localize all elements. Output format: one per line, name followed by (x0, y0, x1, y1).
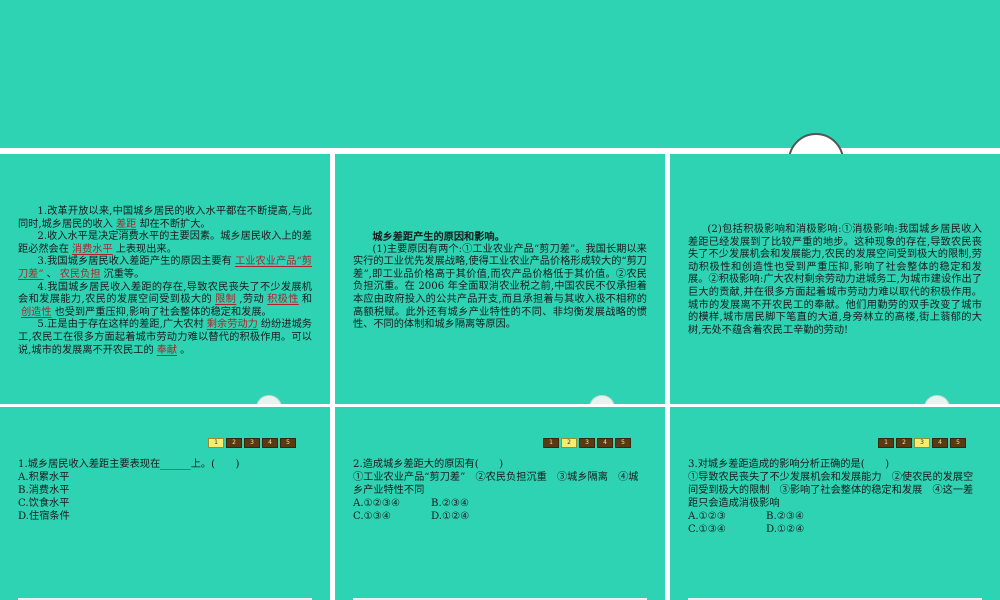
question-items: ①工业农业产品“剪刀差” ②农民负担沉重 ③城乡隔离 ④城乡产业特性不同 (353, 472, 639, 496)
top-slide-strip (0, 0, 1000, 148)
page-dot-4[interactable]: 4 (262, 438, 278, 448)
option-c[interactable]: C.①③④ (688, 523, 766, 536)
page-indicator: 1 2 3 4 5 (543, 438, 631, 448)
page-dot-3[interactable]: 3 (244, 438, 260, 448)
answer-blank: 积极性 (267, 294, 299, 306)
question-items: ①导致农民丧失了不少发展机会和发展能力 ②使农民的发展空间受到极大的限制 ③影响… (688, 472, 974, 509)
slide-body: 城乡差距产生的原因和影响。 (1)主要原因有两个:①工业农业产品“剪刀差”。我国… (353, 231, 647, 332)
page-dot-1[interactable]: 1 (878, 438, 894, 448)
page-dot-2[interactable]: 2 (226, 438, 242, 448)
ball-decoration (256, 395, 282, 404)
question-stem: 1.城乡居民收入差距主要表现在______上。( ) (18, 459, 240, 470)
question-stem: 3.对城乡差距造成的影响分析正确的是( ) (688, 459, 890, 470)
slide-question-2[interactable]: 1 2 3 4 5 2.造成城乡差距大的原因有( ) ①工业农业产品“剪刀差” … (335, 407, 665, 600)
blank-item-4: 4.我国城乡居民收入差距的存在,导致农民丧失了不少发展机会和发展能力,农民的发展… (18, 281, 312, 318)
causes-paragraph: (1)主要原因有两个:①工业农业产品“剪刀差”。我国长期以来实行的工业优先发展战… (353, 243, 647, 331)
page-dot-1[interactable]: 1 (543, 438, 559, 448)
page-dot-4[interactable]: 4 (932, 438, 948, 448)
page-dot-5[interactable]: 5 (615, 438, 631, 448)
answer-blank: 创造性 (21, 306, 52, 318)
option-b[interactable]: B.消费水平 (18, 484, 312, 497)
option-b[interactable]: B.②③④ (766, 510, 804, 523)
option-d[interactable]: D.住宿条件 (18, 510, 312, 523)
page-dot-5[interactable]: 5 (950, 438, 966, 448)
blank-item-1: 1.改革开放以来,中国城乡居民的收入水平都在不断提高,与此同时,城乡居民的收入差… (18, 206, 312, 230)
answer-blank: 差距 (115, 218, 137, 230)
question-body: 1.城乡居民收入差距主要表现在______上。( ) A.积累水平 B.消费水平… (18, 458, 312, 523)
page-indicator: 1 2 3 4 5 (208, 438, 296, 448)
option-row: C.①③④ D.①②④ (688, 523, 982, 536)
option-a[interactable]: A.①②③ (688, 510, 766, 523)
answer-blank: 农民负担 (59, 268, 101, 280)
page-dot-2[interactable]: 2 (561, 438, 577, 448)
slide-effects[interactable]: (2)包括积极影响和消极影响:①消极影响:我国城乡居民收入差距已经发展到了比较严… (670, 154, 1000, 404)
slide-fill-blanks[interactable]: 1.改革开放以来,中国城乡居民的收入水平都在不断提高,与此同时,城乡居民的收入差… (0, 154, 330, 404)
option-row: C.①③④ D.①②④ (353, 510, 647, 523)
option-b[interactable]: B.②③④ (431, 497, 469, 510)
blank-item-5: 5.正是由于存在这样的差距,广大农村 剩余劳动力 纷纷进城务工,农民工在很多方面起着… (18, 319, 312, 356)
question-stem: 2.造成城乡差距大的原因有( ) (353, 459, 504, 470)
slide-causes[interactable]: 城乡差距产生的原因和影响。 (1)主要原因有两个:①工业农业产品“剪刀差”。我国… (335, 154, 665, 404)
slide-body: 1.改革开放以来,中国城乡居民的收入水平都在不断提高,与此同时,城乡居民的收入差… (18, 206, 312, 357)
option-d[interactable]: D.①②④ (431, 510, 469, 523)
answer-blank: 限制 (215, 294, 237, 306)
page-dot-3[interactable]: 3 (914, 438, 930, 448)
option-c[interactable]: C.饮食水平 (18, 497, 312, 510)
slide-question-3[interactable]: 1 2 3 4 5 3.对城乡差距造成的影响分析正确的是( ) ①导致农民丧失了… (670, 407, 1000, 600)
option-row: A.①②③ B.②③④ (688, 510, 982, 523)
blank-item-2: 2.收入水平是决定消费水平的主要因素。城乡居民收入上的差距必然会在 消费水平 上表现… (18, 231, 312, 255)
blank-item-3: 3.我国城乡居民收入差距产生的原因主要有 工业农业产品“剪刀差”、农民负担 沉重等。 (18, 256, 312, 280)
page-dot-5[interactable]: 5 (280, 438, 296, 448)
option-row: A.①②③④ B.②③④ (353, 497, 647, 510)
option-c[interactable]: C.①③④ (353, 510, 431, 523)
answer-blank: 剩余劳动力 (206, 319, 258, 331)
page-dot-4[interactable]: 4 (597, 438, 613, 448)
ball-decoration (589, 395, 615, 404)
page-indicator: 1 2 3 4 5 (878, 438, 966, 448)
page-dot-2[interactable]: 2 (896, 438, 912, 448)
option-a[interactable]: A.积累水平 (18, 471, 312, 484)
ball-decoration (924, 395, 950, 404)
slide-body: (2)包括积极影响和消极影响:①消极影响:我国城乡居民收入差距已经发展到了比较严… (688, 224, 982, 337)
slide-question-1[interactable]: 1 2 3 4 5 1.城乡居民收入差距主要表现在______上。( ) A.积… (0, 407, 330, 600)
option-a[interactable]: A.①②③④ (353, 497, 431, 510)
answer-blank: 奉献 (156, 344, 178, 356)
question-body: 3.对城乡差距造成的影响分析正确的是( ) ①导致农民丧失了不少发展机会和发展能… (688, 458, 982, 536)
effects-paragraph: (2)包括积极影响和消极影响:①消极影响:我国城乡居民收入差距已经发展到了比较严… (688, 224, 982, 336)
answer-blank: 消费水平 (71, 243, 113, 255)
page-dot-3[interactable]: 3 (579, 438, 595, 448)
page-dot-1[interactable]: 1 (208, 438, 224, 448)
question-body: 2.造成城乡差距大的原因有( ) ①工业农业产品“剪刀差” ②农民负担沉重 ③城… (353, 458, 647, 523)
option-d[interactable]: D.①②④ (766, 523, 804, 536)
slide-title: 城乡差距产生的原因和影响。 (372, 231, 505, 243)
